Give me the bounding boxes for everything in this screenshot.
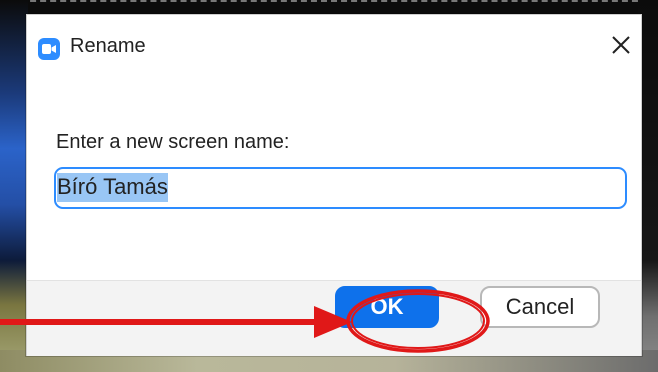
- background-video-left: [0, 0, 28, 372]
- zoom-camera-icon: [38, 38, 60, 60]
- background-frame-top: [0, 0, 658, 14]
- dialog-title: Rename: [70, 35, 146, 57]
- screen-name-input[interactable]: Bíró Tamás: [54, 167, 627, 209]
- close-icon: [612, 35, 630, 59]
- rename-prompt: Enter a new screen name:: [56, 131, 290, 153]
- selected-name-text: Bíró Tamás: [57, 173, 168, 202]
- cancel-button[interactable]: Cancel: [480, 286, 600, 328]
- close-button[interactable]: [607, 33, 635, 61]
- ok-button[interactable]: OK: [335, 286, 439, 328]
- dialog-titlebar: Rename: [27, 15, 641, 71]
